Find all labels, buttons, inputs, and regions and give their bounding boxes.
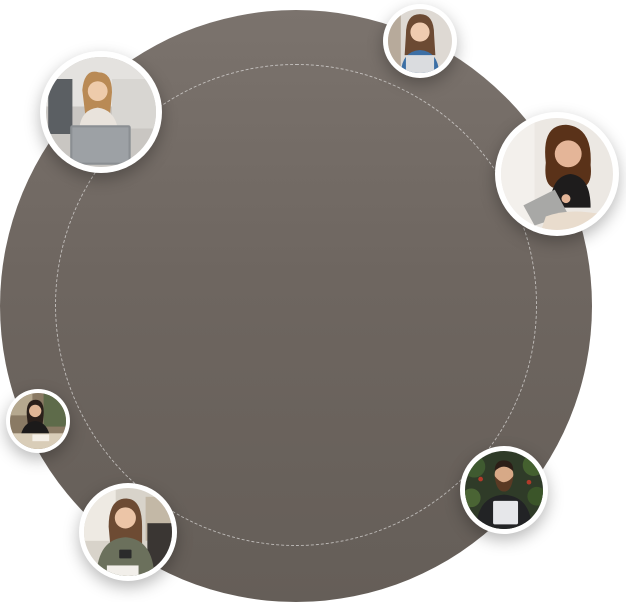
avatar-man-beard-holding-tablet bbox=[460, 446, 548, 534]
person-photo-icon bbox=[10, 393, 66, 449]
person-photo-icon bbox=[388, 9, 452, 73]
person-photo-icon bbox=[501, 118, 613, 230]
avatar-woman-holding-phone bbox=[79, 483, 177, 581]
avatar-orbit-illustration bbox=[0, 0, 626, 602]
avatar-woman-curly-laptop bbox=[495, 112, 619, 236]
avatar-woman-desk-writing bbox=[6, 389, 70, 453]
person-photo-icon bbox=[465, 451, 543, 529]
person-photo-icon bbox=[84, 488, 172, 576]
avatar-woman-laptop-couch bbox=[40, 51, 162, 173]
person-photo-icon bbox=[46, 57, 156, 167]
avatar-woman-smiling-laptop bbox=[383, 4, 457, 78]
